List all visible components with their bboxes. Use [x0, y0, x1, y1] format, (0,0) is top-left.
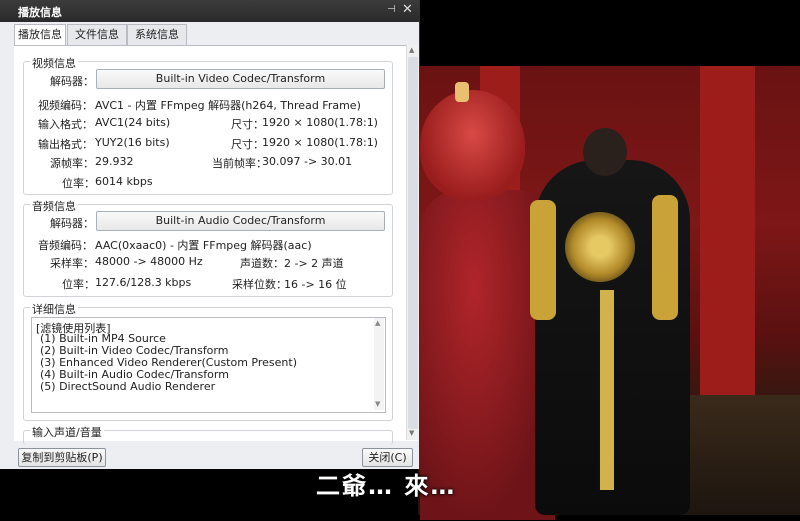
scroll-down-icon[interactable]: ▼	[409, 429, 414, 437]
video-src-fps-label: 源帧率：	[50, 157, 94, 170]
audio-codec-label: 音频编码：	[38, 239, 93, 252]
panel-title: 播放信息	[18, 6, 62, 19]
audio-bitrate-label: 位率：	[62, 278, 95, 291]
video-input-size-label: 尺寸：	[231, 118, 264, 131]
red-pillar	[700, 66, 755, 396]
figure-hat-top	[455, 82, 469, 102]
audio-group-title: 音频信息	[30, 198, 78, 214]
audio-samplerate-value: 48000 -> 48000 Hz	[95, 255, 203, 268]
figure-sash	[600, 290, 614, 490]
video-decoder-label: 解码器：	[50, 75, 94, 88]
scrollbar-thumb[interactable]	[408, 57, 418, 429]
audio-samplerate-label: 采样率：	[50, 257, 94, 270]
video-output-size-label: 尺寸：	[231, 138, 264, 151]
scroll-down-icon[interactable]: ▼	[375, 400, 380, 408]
dragon-emblem	[565, 212, 635, 282]
figure-sleeve	[652, 195, 678, 320]
audio-decoder-label: 解码器：	[50, 217, 94, 230]
video-cur-fps-value: 30.097 -> 30.01	[262, 155, 353, 168]
figure-sleeve	[530, 200, 556, 320]
close-icon[interactable]: ✕	[402, 2, 413, 17]
video-codec-value: AVC1 - 内置 FFmpeg 解码器(h264, Thread Frame)	[95, 99, 361, 112]
panel-scrollbar[interactable]: ▲ ▼	[406, 45, 419, 440]
title-bar[interactable]: 播放信息 ⊣ ✕	[0, 0, 419, 22]
audio-bits-value: 16 -> 16 位	[284, 278, 347, 291]
figure-hat	[420, 90, 525, 200]
video-cur-fps-label: 当前帧率：	[212, 157, 267, 170]
pin-icon[interactable]: ⊣	[387, 4, 396, 15]
audio-channels-label: 声道数：	[240, 257, 284, 270]
tab-playback-info[interactable]: 播放信息	[14, 24, 66, 46]
input-channel-group: 输入声道/音量	[23, 424, 393, 445]
audio-channels-value: 2 -> 2 声道	[284, 257, 344, 270]
video-output-size-value: 1920 × 1080(1.78:1)	[262, 136, 378, 149]
scroll-up-icon[interactable]: ▲	[375, 319, 380, 327]
close-button[interactable]: 关闭(C)	[362, 448, 413, 467]
filter-list-scrollbar[interactable]: ▲ ▼	[374, 318, 384, 410]
video-input-label: 输入格式：	[38, 118, 93, 131]
video-bitrate-label: 位率：	[62, 177, 95, 190]
filter-list-line: (5) DirectSound Audio Renderer	[40, 380, 216, 393]
details-group-title: 详细信息	[30, 301, 78, 317]
audio-bitrate-value: 127.6/128.3 kbps	[95, 276, 192, 289]
tab-system-info[interactable]: 系统信息	[127, 24, 187, 45]
video-codec-label: 视频编码：	[38, 99, 93, 112]
filter-list-box[interactable]: [滤镜使用列表] (1) Built-in MP4 Source (2) Bui…	[31, 317, 386, 413]
video-output-value: YUY2(16 bits)	[95, 136, 170, 149]
video-output-label: 输出格式：	[38, 138, 93, 151]
audio-codec-value: AAC(0xaac0) - 内置 FFmpeg 解码器(aac)	[95, 239, 312, 252]
input-channel-group-title: 输入声道/音量	[30, 424, 104, 440]
audio-bits-label: 采样位数：	[232, 278, 287, 291]
video-decoder-button[interactable]: Built-in Video Codec/Transform	[96, 69, 385, 89]
video-input-value: AVC1(24 bits)	[95, 116, 171, 129]
video-group-title: 视频信息	[30, 55, 78, 71]
video-input-size-value: 1920 × 1080(1.78:1)	[262, 116, 378, 129]
playback-info-panel: 播放信息 ⊣ ✕ 播放信息 文件信息 系统信息 视频信息 解码器： Built-…	[0, 0, 420, 469]
video-src-fps-value: 29.932	[95, 155, 134, 168]
copy-to-clipboard-button[interactable]: 复制到剪贴板(P)	[18, 448, 106, 467]
video-bitrate-value: 6014 kbps	[95, 175, 153, 188]
tab-file-info[interactable]: 文件信息	[67, 24, 127, 45]
subtitle-text: 二爺… 來…	[316, 472, 457, 500]
audio-decoder-button[interactable]: Built-in Audio Codec/Transform	[96, 211, 385, 231]
figure-head	[583, 128, 627, 176]
scroll-up-icon[interactable]: ▲	[409, 46, 414, 54]
